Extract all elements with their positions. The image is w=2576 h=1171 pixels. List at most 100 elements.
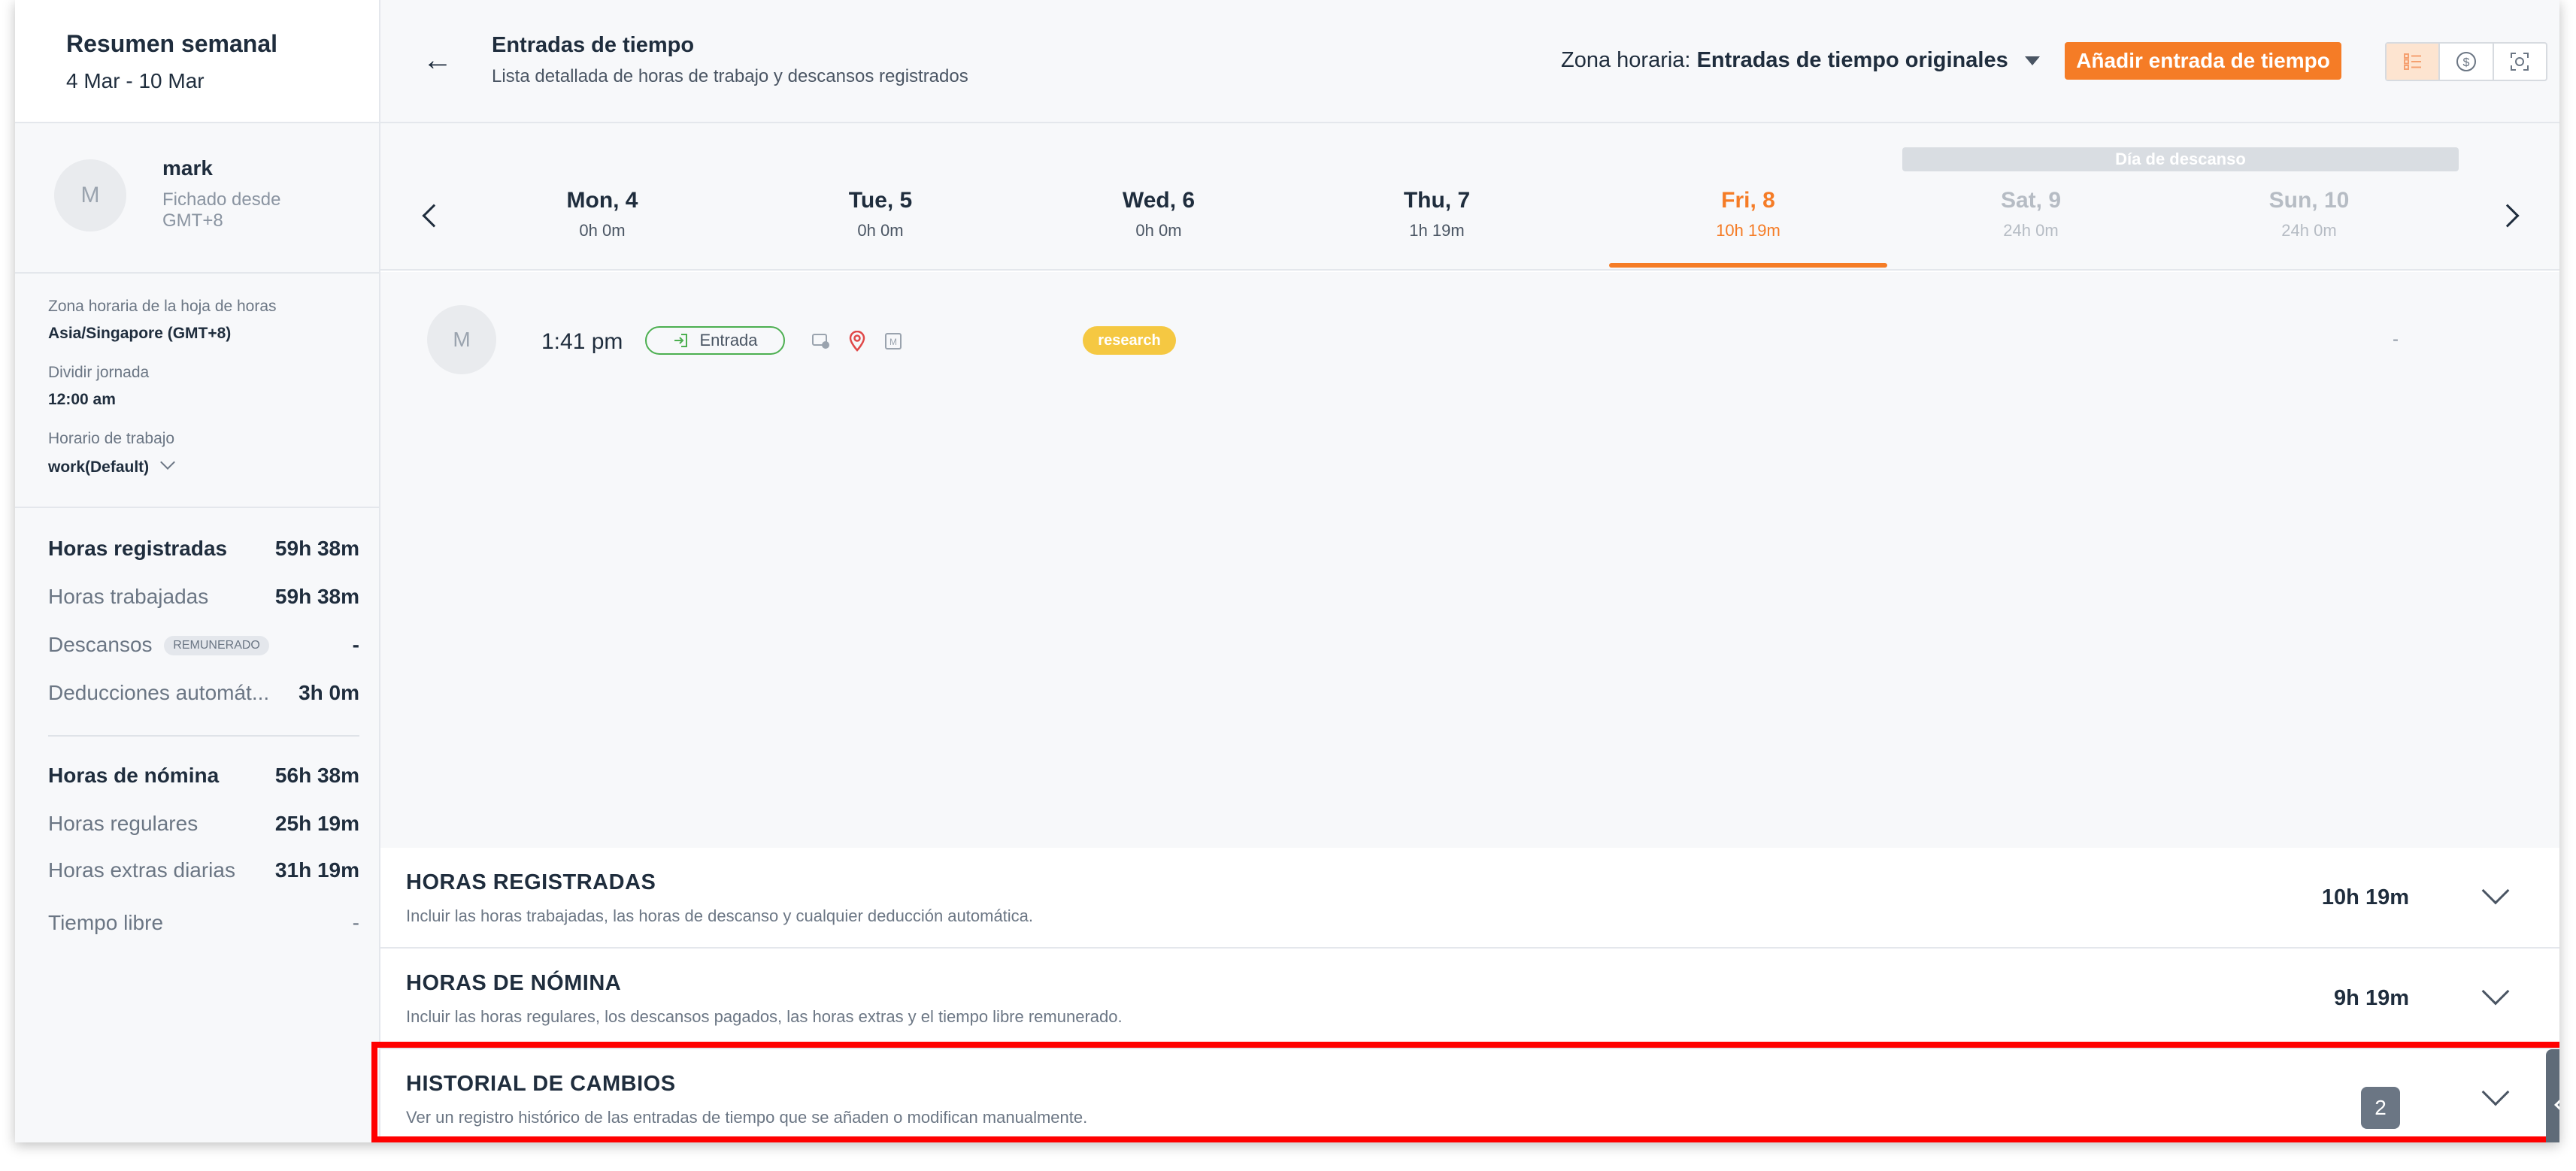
section-value: 9h 19m bbox=[2334, 986, 2409, 1010]
stat-label: Horas extras diarias bbox=[48, 858, 235, 882]
day-tab[interactable]: Sat, 9 24h 0m bbox=[1892, 188, 2170, 241]
stat-label: Tiempo libre bbox=[48, 911, 164, 934]
photo-view-button[interactable] bbox=[2494, 44, 2546, 80]
paid-badge: REMUNERADO bbox=[164, 636, 269, 655]
manual-icon[interactable]: M bbox=[883, 331, 904, 352]
location-pin-icon[interactable] bbox=[847, 331, 868, 352]
svg-text:M: M bbox=[889, 337, 897, 347]
section-value: 10h 19m bbox=[2321, 885, 2409, 909]
project-tag: research bbox=[1083, 326, 1176, 355]
add-time-entry-button[interactable]: Añadir entrada de tiempo bbox=[2065, 42, 2341, 80]
timezone-selector[interactable]: Zona horaria: Entradas de tiempo origina… bbox=[1561, 48, 2040, 73]
section-title: HISTORIAL DE CAMBIOS bbox=[406, 1072, 676, 1096]
page-header: ← Entradas de tiempo Lista detallada de … bbox=[380, 0, 2559, 123]
entry-note: - bbox=[2393, 329, 2399, 349]
day-hours: 0h 0m bbox=[1135, 221, 1182, 240]
page-subtitle: Lista detallada de horas de trabajo y de… bbox=[492, 66, 968, 86]
user-card: M mark Fichado desde GMT+8 bbox=[15, 123, 379, 274]
entry-type: Entrada bbox=[699, 331, 758, 349]
stat-value: 31h 19m bbox=[274, 858, 359, 882]
day-hours: 0h 0m bbox=[579, 221, 626, 240]
stat-payroll-hours: Horas de nómina 56h 38m bbox=[48, 764, 359, 788]
setting-value-split-day: 12:00 am bbox=[48, 391, 116, 408]
time-entry-row[interactable]: M 1:41 pm Entrada M research - bbox=[380, 272, 2559, 377]
change-history-section[interactable]: HISTORIAL DE CAMBIOS Ver un registro his… bbox=[371, 1042, 2559, 1142]
timesheet-settings: Zona horaria de la hoja de horas Asia/Si… bbox=[15, 274, 379, 508]
chevron-down-icon[interactable] bbox=[2481, 876, 2510, 905]
login-icon bbox=[674, 334, 688, 347]
day-hours: 0h 0m bbox=[857, 221, 904, 240]
stat-breaks: Descansos REMUNERADO - bbox=[48, 633, 359, 658]
setting-label-split-day: Dividir jornada bbox=[48, 364, 150, 381]
sidebar-header: Resumen semanal 4 Mar - 10 Mar bbox=[15, 0, 379, 123]
section-title: HORAS REGISTRADAS bbox=[406, 870, 656, 894]
device-svg bbox=[812, 334, 829, 349]
device-icon[interactable] bbox=[811, 331, 832, 352]
chevron-down-icon[interactable] bbox=[2481, 977, 2510, 1006]
view-toggle: $ bbox=[2385, 42, 2547, 81]
day-tab[interactable]: Wed, 6 0h 0m bbox=[1020, 188, 1298, 241]
avatar: M bbox=[427, 305, 496, 374]
timezone-value: Entradas de tiempo originales bbox=[1696, 48, 2008, 72]
entry-time: 1:41 pm bbox=[541, 329, 623, 354]
stat-label: Horas regulares bbox=[48, 812, 199, 835]
app-window: Resumen semanal 4 Mar - 10 Mar M mark Fi… bbox=[15, 0, 2559, 1142]
stat-value: 59h 38m bbox=[274, 537, 359, 560]
day-tab[interactable]: Thu, 7 1h 19m bbox=[1298, 188, 1576, 241]
chevron-left-icon[interactable] bbox=[422, 204, 446, 228]
week-navigator: Día de descanso Mon, 4 0h 0m Tue, 5 0h 0… bbox=[380, 123, 2559, 271]
schedule-dropdown[interactable]: work(Default) bbox=[48, 455, 176, 477]
setting-label-schedule: Horario de trabajo bbox=[48, 430, 175, 447]
stat-worked-hours: Horas trabajadas 59h 38m bbox=[48, 585, 359, 609]
section-description: Incluir las horas trabajadas, las horas … bbox=[406, 906, 1034, 925]
active-day-indicator bbox=[1609, 263, 1887, 268]
day-name: Fri, 8 bbox=[1721, 188, 1775, 213]
day-tab[interactable]: Sun, 10 24h 0m bbox=[2170, 188, 2448, 241]
day-tab[interactable]: Tue, 5 0h 0m bbox=[741, 188, 1020, 241]
stat-time-off: Tiempo libre - bbox=[48, 911, 359, 935]
list-icon bbox=[2403, 53, 2421, 70]
stat-value: - bbox=[352, 633, 359, 656]
stat-label: Deducciones automát... bbox=[48, 681, 270, 704]
side-panel-toggle[interactable] bbox=[2546, 1049, 2559, 1142]
dollar-icon: $ bbox=[2456, 52, 2476, 71]
pay-view-button[interactable]: $ bbox=[2440, 44, 2494, 80]
arrow-left-icon[interactable]: ← bbox=[423, 44, 453, 77]
day-hours: 24h 0m bbox=[2281, 221, 2337, 240]
user-name: mark bbox=[162, 156, 213, 180]
day-tab-active[interactable]: Fri, 8 10h 19m bbox=[1609, 188, 1887, 241]
time-entries-list: M 1:41 pm Entrada M research - bbox=[380, 272, 2559, 848]
pin-svg bbox=[849, 331, 865, 352]
stat-value: 25h 19m bbox=[274, 812, 359, 835]
stat-value: - bbox=[352, 911, 359, 934]
stat-label: Horas trabajadas bbox=[48, 585, 209, 608]
schedule-value: work(Default) bbox=[48, 458, 150, 476]
sidebar-title: Resumen semanal bbox=[66, 30, 278, 57]
manual-svg: M bbox=[885, 333, 902, 349]
day-hours: 24h 0m bbox=[2003, 221, 2059, 240]
day-name: Wed, 6 bbox=[1122, 188, 1196, 213]
payroll-hours-section[interactable]: HORAS DE NÓMINA Incluir las horas regula… bbox=[380, 949, 2559, 1049]
setting-label-timezone: Zona horaria de la hoja de horas bbox=[48, 298, 277, 315]
chevron-down-icon[interactable] bbox=[2481, 1078, 2510, 1106]
tracked-hours-section[interactable]: HORAS REGISTRADAS Incluir las horas trab… bbox=[380, 848, 2559, 949]
weekly-summary-sidebar: Resumen semanal 4 Mar - 10 Mar M mark Fi… bbox=[15, 0, 380, 1142]
divider bbox=[48, 735, 359, 737]
stat-auto-deductions: Deducciones automát... 3h 0m bbox=[48, 681, 359, 705]
timezone-label: Zona horaria: bbox=[1561, 48, 1691, 72]
date-range: 4 Mar - 10 Mar bbox=[66, 69, 205, 92]
stat-label: Descansos bbox=[48, 633, 153, 656]
clocked-since: Fichado desde GMT+8 bbox=[162, 189, 281, 231]
stat-label: Horas registradas bbox=[48, 537, 228, 560]
section-description: Ver un registro histórico de las entrada… bbox=[406, 1108, 1088, 1127]
section-title: HORAS DE NÓMINA bbox=[406, 971, 622, 995]
day-tab[interactable]: Mon, 4 0h 0m bbox=[463, 188, 741, 241]
caret-down-icon bbox=[2024, 56, 2040, 65]
chevron-right-icon[interactable] bbox=[2496, 204, 2520, 228]
rest-day-bar: Día de descanso bbox=[1902, 147, 2459, 171]
chevron-left-icon bbox=[2554, 1097, 2559, 1112]
scan-face-icon bbox=[2511, 53, 2529, 71]
list-view-button[interactable] bbox=[2387, 44, 2441, 80]
page-title: Entradas de tiempo bbox=[492, 33, 695, 57]
day-name: Tue, 5 bbox=[848, 188, 913, 213]
